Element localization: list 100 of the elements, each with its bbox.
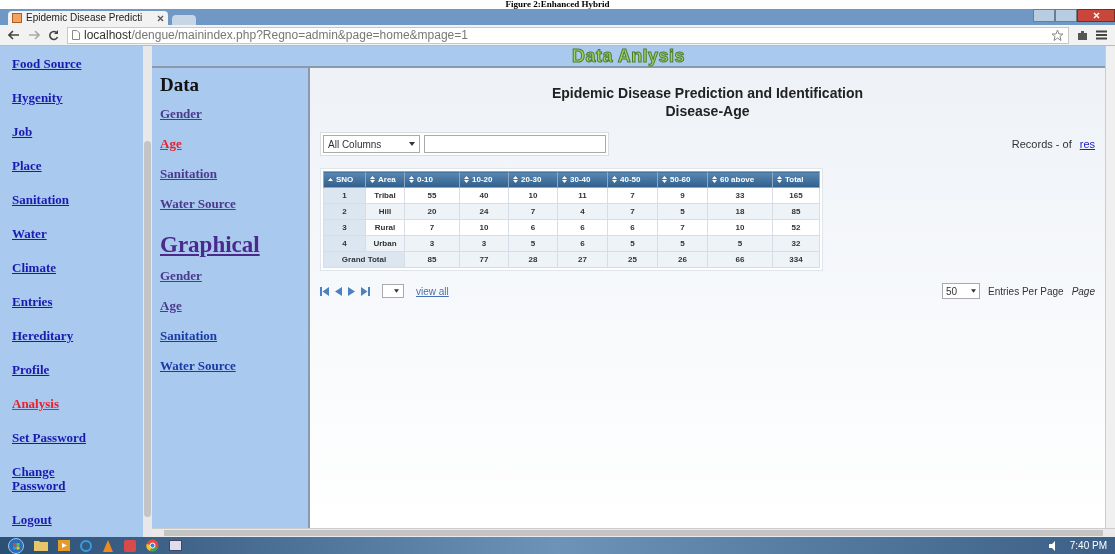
sidebar-link[interactable]: Place xyxy=(12,159,102,173)
column-header[interactable]: 20-30 xyxy=(508,171,558,188)
sidebar-link[interactable]: Entries xyxy=(12,295,102,309)
report-link[interactable]: Sanitation xyxy=(160,328,218,343)
filter-field[interactable] xyxy=(424,135,606,153)
star-icon[interactable] xyxy=(1051,28,1064,42)
previous-page-icon[interactable] xyxy=(335,286,342,296)
table-cell: 9 xyxy=(657,187,708,204)
page-label: Page xyxy=(1071,284,1095,299)
column-header[interactable]: 40-50 xyxy=(607,171,658,188)
page-banner: Data Anlysis xyxy=(152,46,1105,68)
table-cell: 32 xyxy=(772,235,820,252)
sort-icon xyxy=(662,175,667,183)
next-page-icon[interactable] xyxy=(348,286,355,296)
sidebar-link[interactable]: Hereditary xyxy=(12,329,102,343)
column-header[interactable]: 50-60 xyxy=(657,171,708,188)
browser-tab[interactable]: Epidemic Disease Predicti xyxy=(8,11,168,25)
scrollbar[interactable] xyxy=(143,46,152,537)
report-link[interactable]: Water Source xyxy=(160,196,236,211)
sort-icon xyxy=(562,175,567,183)
column-header[interactable]: Total xyxy=(772,171,820,188)
column-header[interactable]: 10-20 xyxy=(459,171,509,188)
table-cell: 33 xyxy=(707,187,773,204)
section-heading: Data xyxy=(160,74,200,96)
close-icon[interactable] xyxy=(157,14,164,22)
sidebar-link[interactable]: Climate xyxy=(12,261,102,275)
sidebar-link[interactable]: Job xyxy=(12,125,102,139)
table-cell: 7 xyxy=(657,219,708,236)
close-button[interactable] xyxy=(1077,9,1115,22)
sidebar-link[interactable]: Sanitation xyxy=(12,193,102,207)
caret-icon xyxy=(971,289,977,293)
table-cell: 85 xyxy=(404,251,460,268)
chrome-icon[interactable] xyxy=(146,539,159,552)
sidebar-link[interactable]: Water xyxy=(12,227,102,241)
sidebar-link[interactable]: Set Password xyxy=(12,431,102,445)
last-page-icon[interactable] xyxy=(361,286,370,296)
report-link[interactable]: Water Source xyxy=(160,358,236,373)
sidebar-link[interactable]: Profile xyxy=(12,363,102,377)
report-link[interactable]: Gender xyxy=(160,106,202,121)
report-subtitle: Disease-Age xyxy=(665,102,750,120)
table-cell: Rural xyxy=(365,219,405,236)
forward-icon[interactable] xyxy=(28,30,40,40)
sort-icon xyxy=(464,175,469,183)
report-link[interactable]: Gender xyxy=(160,268,202,283)
cone-icon[interactable] xyxy=(102,539,114,552)
table-cell: 66 xyxy=(707,251,773,268)
table-cell: 7 xyxy=(607,203,658,220)
back-icon[interactable] xyxy=(8,30,20,40)
folder-icon[interactable] xyxy=(34,540,48,551)
sidebar-link[interactable]: Hygenity xyxy=(12,91,102,105)
table-cell: 26 xyxy=(657,251,708,268)
column-header[interactable]: 30-40 xyxy=(557,171,608,188)
table-cell: 5 xyxy=(707,235,773,252)
table-cell: 3 xyxy=(459,235,509,252)
table-cell: 6 xyxy=(557,235,608,252)
sort-icon xyxy=(409,175,414,183)
view-all-link[interactable]: view all xyxy=(416,283,449,299)
column-header[interactable]: 0-10 xyxy=(404,171,460,188)
window-icon[interactable] xyxy=(169,540,182,551)
table-cell: 10 xyxy=(707,219,773,236)
table-cell: Urban xyxy=(365,235,405,252)
records-count: Records - of xyxy=(1011,136,1072,152)
table-cell: 10 xyxy=(459,219,509,236)
caret-icon xyxy=(409,142,415,146)
table-cell: 20 xyxy=(404,203,460,220)
table-cell: 4 xyxy=(557,203,608,220)
table-cell: 25 xyxy=(607,251,658,268)
table-cell: 52 xyxy=(772,219,820,236)
clock[interactable]: 7:40 PM xyxy=(1069,538,1107,553)
table-cell: 40 xyxy=(459,187,509,204)
media-icon[interactable] xyxy=(58,540,70,551)
column-header[interactable]: SNO xyxy=(323,171,366,188)
per-page-dropdown[interactable]: 50 xyxy=(942,283,981,299)
sidebar-link[interactable]: Change Password xyxy=(12,465,102,493)
reset-link[interactable]: res xyxy=(1079,135,1095,153)
horizontal-scrollbar[interactable] xyxy=(152,528,1115,537)
column-dropdown[interactable]: All Columns xyxy=(323,135,420,153)
start-icon[interactable] xyxy=(8,537,24,554)
column-header[interactable]: 60 above xyxy=(707,171,773,188)
table-cell: 11 xyxy=(557,187,608,204)
sidebar-link[interactable]: Food Source xyxy=(12,57,102,71)
page-dropdown[interactable] xyxy=(382,284,404,298)
report-link[interactable]: Age xyxy=(160,298,182,313)
table-cell: Tribal xyxy=(365,187,405,204)
column-header[interactable]: Area xyxy=(365,171,405,188)
table-cell: Hill xyxy=(365,203,405,220)
maximize-button[interactable] xyxy=(1055,9,1077,22)
graphical-link[interactable]: Graphical xyxy=(160,232,260,258)
first-page-icon[interactable] xyxy=(320,286,329,296)
scrollbar[interactable] xyxy=(1105,46,1115,528)
menu-icon[interactable] xyxy=(1096,30,1107,40)
report-link[interactable]: Sanitation xyxy=(160,166,218,181)
table-cell: 10 xyxy=(508,187,558,204)
table-cell: 85 xyxy=(772,203,820,220)
sort-icon xyxy=(712,175,717,183)
minimize-button[interactable] xyxy=(1033,9,1055,22)
sidebar-link[interactable]: Logout xyxy=(12,513,102,527)
table-cell: 18 xyxy=(707,203,773,220)
address-bar[interactable]: localhost/dengue/mainindex.php?Regno=admin&page=home&mpage=1 xyxy=(67,26,1069,44)
reload-icon[interactable] xyxy=(48,29,59,41)
